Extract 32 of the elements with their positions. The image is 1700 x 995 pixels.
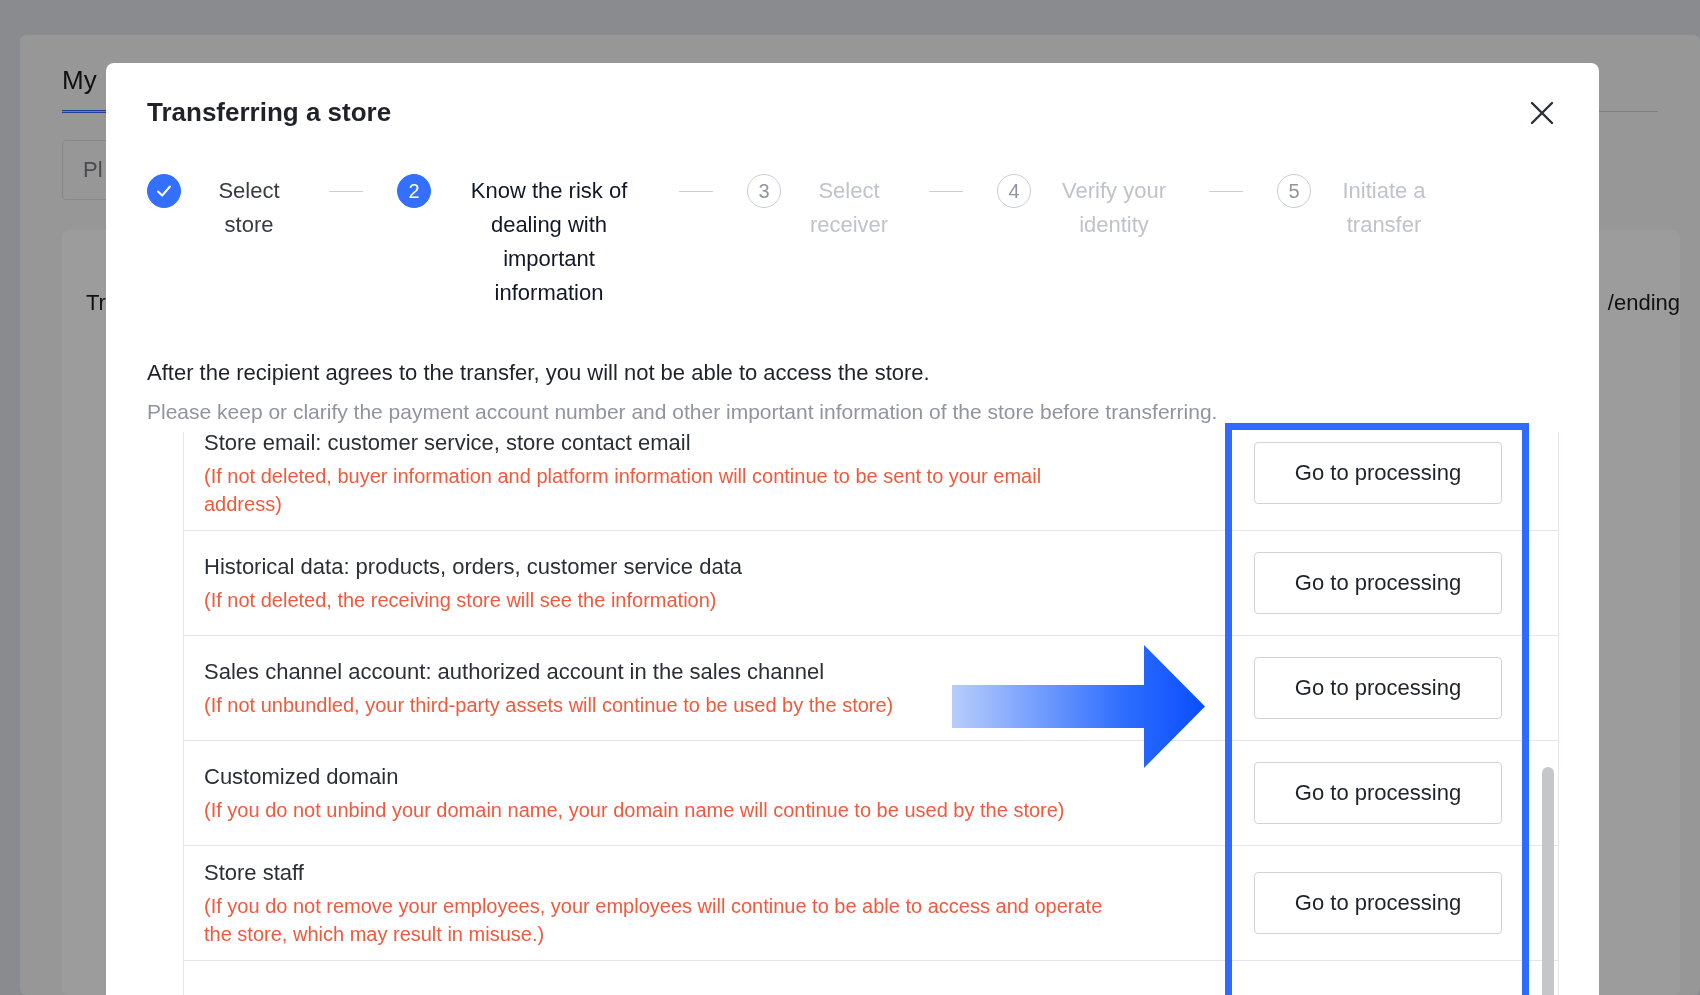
item-warning: (If you do not unbind your domain name, your domain name will continue to be used by the store)	[204, 798, 1066, 823]
go-to-processing-button[interactable]: Go to processing	[1254, 442, 1502, 504]
step-label: Verify your identity	[1061, 177, 1167, 239]
notice-text: After the recipient agrees to the transfer, you will not be able to access the store.	[147, 360, 931, 386]
step-label: Initiate a transfer	[1341, 177, 1427, 239]
go-to-processing-button[interactable]: Go to processing	[1254, 872, 1502, 934]
step-label: Select receiver	[808, 177, 890, 239]
go-to-processing-button[interactable]: Go to processing	[1254, 657, 1502, 719]
hint-text: Please keep or clarify the payment account number and other important information of the store before transferring.	[147, 400, 1219, 424]
step-number: 4	[997, 174, 1031, 208]
item-title: Store email: customer service, store contact email	[204, 432, 692, 457]
item-title: Customized domain	[204, 763, 400, 791]
scrollbar-thumb[interactable]	[1542, 767, 1554, 995]
step-number: 2	[397, 174, 431, 208]
step-label: Know the risk of dealing with important information	[469, 177, 629, 307]
item-warning: (If you do not remove your employees, your employees will continue to be able to access and operate the store, which may result in misuse.)	[204, 894, 1104, 947]
item-warning: (If not deleted, the receiving store will see the information)	[204, 588, 718, 613]
item-title: Sales channel account: authorized account in the sales channel	[204, 658, 826, 686]
go-to-processing-button[interactable]: Go to processing	[1254, 762, 1502, 824]
item-warning: (If not deleted, buyer information and platform information will continue to be sent to your email address)	[204, 464, 1043, 517]
dialog-title: Transferring a store	[147, 97, 392, 128]
arrow-icon	[952, 645, 1205, 768]
step-number: 5	[1277, 174, 1311, 208]
item-title: Historical data: products, orders, customer service data	[204, 553, 743, 581]
item-title: Store staff	[204, 859, 305, 887]
step-number: 3	[747, 174, 781, 208]
go-to-processing-button[interactable]: Go to processing	[1254, 552, 1502, 614]
close-icon	[1529, 99, 1555, 126]
step-label: Select store	[217, 177, 281, 239]
item-warning: (If not unbundled, your third-party assets will continue to be used by the store)	[204, 693, 895, 718]
table-text: /ending	[1607, 290, 1680, 316]
table-text: Tr	[86, 290, 106, 316]
